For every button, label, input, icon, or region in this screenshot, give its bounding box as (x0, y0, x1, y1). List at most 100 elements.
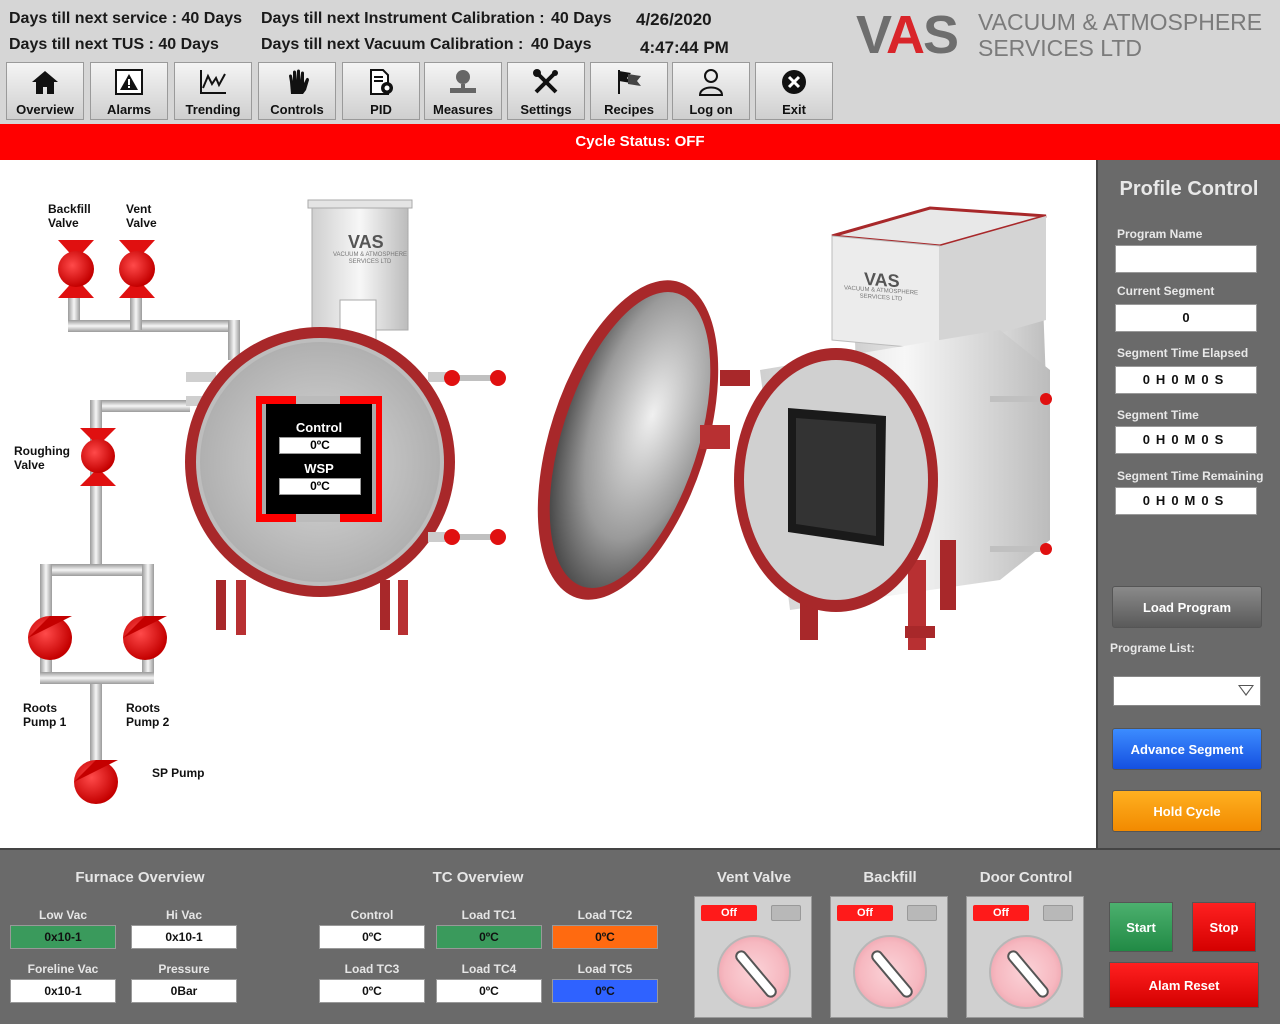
nav-label: Exit (782, 102, 806, 117)
tc-control-value: 0ºC (319, 925, 425, 949)
roots-pump-1-label: Roots Pump 1 (23, 701, 67, 729)
tc-load-2-value: 0ºC (552, 925, 658, 949)
tc-control-label: Control (350, 908, 394, 922)
company-name-line2: SERVICES LTD (978, 35, 1143, 61)
nav-label: Recipes (604, 102, 654, 117)
hi-vac-value: 0x10-1 (131, 925, 237, 949)
home-icon (32, 71, 58, 94)
start-button[interactable]: Start (1109, 902, 1173, 952)
nav-settings-button[interactable]: Settings (507, 62, 585, 120)
door-control-title: Door Control (979, 869, 1073, 886)
nav-controls-button[interactable]: Controls (258, 62, 336, 120)
low-vac-label: Low Vac (38, 908, 88, 922)
instrument-cal-label: Days till next Instrument Calibration : (261, 10, 545, 27)
program-list-label: Programe List: (1110, 641, 1195, 655)
alarm-icon (115, 69, 143, 95)
nav-label: Controls (270, 102, 324, 117)
vacuum-cal-label: Days till next Vacuum Calibration : (261, 36, 524, 53)
furnace-open-view (537, 206, 1052, 650)
wsp-value: 0ºC (279, 478, 361, 495)
nav-logon-button[interactable]: Log on (672, 62, 750, 120)
process-diagram: Backfill Valve Vent Valve Roughing Valve… (0, 160, 1096, 848)
backfill-on-indicator (907, 905, 937, 921)
program-list-select[interactable] (1113, 676, 1261, 706)
roots-pump-2-symbol[interactable] (123, 616, 167, 660)
door-selector-switch[interactable] (989, 935, 1063, 1009)
foreline-vac-value: 0x10-1 (10, 979, 116, 1003)
wrench-screwdriver-icon (533, 69, 558, 94)
door-state-indicator: Off (973, 905, 1029, 921)
tc-load-4-label: Load TC4 (461, 962, 517, 976)
date-display: 4/26/2020 (636, 10, 712, 29)
vent-valve-symbol[interactable] (119, 240, 155, 298)
nav-measures-button[interactable]: Measures (424, 62, 502, 120)
close-circle-icon (782, 70, 806, 94)
nav-label: PID (370, 102, 392, 117)
stop-button[interactable]: Stop (1192, 902, 1256, 952)
company-name-line1: VACUUM & ATMOSPHERE (978, 9, 1263, 35)
tus-countdown: Days till next TUS : 40 Days (9, 36, 219, 53)
alarm-reset-button[interactable]: Alam Reset (1109, 962, 1259, 1008)
nav-recipes-button[interactable]: Recipes (590, 62, 668, 120)
nav-overview-button[interactable]: Overview (6, 62, 84, 120)
furnace-overview-title: Furnace Overview (75, 869, 205, 886)
roughing-valve-label: Roughing Valve (14, 444, 70, 472)
backfill-control: Off (830, 896, 948, 1018)
pressure-value: 0Bar (131, 979, 237, 1003)
nav-exit-button[interactable]: Exit (755, 62, 833, 120)
foreline-vac-label: Foreline Vac (27, 962, 99, 976)
segment-time-label: Segment Time (1117, 408, 1199, 422)
backfill-valve-symbol[interactable] (58, 240, 94, 298)
tc-load-3-label: Load TC3 (344, 962, 400, 976)
door-control: Off (966, 896, 1084, 1018)
sp-pump-symbol[interactable] (74, 760, 118, 804)
overview-panel: Furnace Overview Low Vac 0x10-1 Hi Vac 0… (0, 848, 1280, 1024)
service-countdown: Days till next service : 40 Days (9, 10, 243, 27)
tc-load-1-label: Load TC1 (461, 908, 517, 922)
user-icon (698, 69, 724, 96)
segment-remaining-label: Segment Time Remaining (1117, 469, 1264, 483)
vent-valve-on-indicator (771, 905, 801, 921)
time-display: 4:47:44 PM (640, 38, 729, 57)
roots-pump-2-label: Roots Pump 2 (126, 701, 170, 729)
trend-chart-icon (200, 70, 226, 94)
current-segment-label: Current Segment (1117, 284, 1215, 298)
wsp-label: WSP (304, 461, 334, 476)
vent-valve-state-indicator: Off (701, 905, 757, 921)
header: Days till next service : 40 Days Days ti… (0, 0, 1280, 124)
profile-control-panel: Profile Control Program Name Current Seg… (1096, 160, 1280, 848)
program-name-label: Program Name (1117, 227, 1203, 241)
nav-alarms-button[interactable]: Alarms (90, 62, 168, 120)
furnace-logo-left: VAS (348, 232, 384, 253)
roughing-valve-symbol[interactable] (80, 428, 116, 486)
program-name-field[interactable] (1115, 245, 1257, 273)
sp-pump-label: SP Pump (152, 766, 205, 780)
roots-pump-1-symbol[interactable] (28, 616, 72, 660)
backfill-selector-switch[interactable] (853, 935, 927, 1009)
door-on-indicator (1043, 905, 1073, 921)
cycle-status-bar: Cycle Status: OFF (0, 124, 1280, 160)
nav-pid-button[interactable]: PID (342, 62, 420, 120)
nav-label: Settings (520, 102, 572, 117)
document-gear-icon (370, 69, 393, 95)
switch-handle (868, 947, 916, 1001)
vent-valve-label: Vent Valve (126, 202, 157, 230)
low-vac-value: 0x10-1 (10, 925, 116, 949)
load-program-button[interactable]: Load Program (1112, 586, 1262, 628)
logo-mark: VAS (856, 5, 959, 65)
tc-load-5-label: Load TC5 (577, 962, 633, 976)
hold-cycle-button[interactable]: Hold Cycle (1112, 790, 1262, 832)
segment-time-field: 0H0M0S (1115, 426, 1257, 454)
furnace-logo-text: VAS (348, 232, 384, 252)
profile-control-title: Profile Control (1119, 178, 1259, 200)
nav-label: Measures (433, 102, 493, 117)
tc-overview-title: TC Overview (432, 869, 524, 886)
cycle-status-text: Cycle Status: OFF (575, 133, 705, 150)
advance-segment-button[interactable]: Advance Segment (1112, 728, 1262, 770)
control-temp-value: 0ºC (279, 437, 361, 454)
vent-valve-selector-switch[interactable] (717, 935, 791, 1009)
chevron-down-icon (1238, 685, 1254, 696)
nav-trending-button[interactable]: Trending (174, 62, 252, 120)
vent-valve-control: Off (694, 896, 812, 1018)
vent-valve-control-title: Vent Valve (716, 869, 792, 886)
